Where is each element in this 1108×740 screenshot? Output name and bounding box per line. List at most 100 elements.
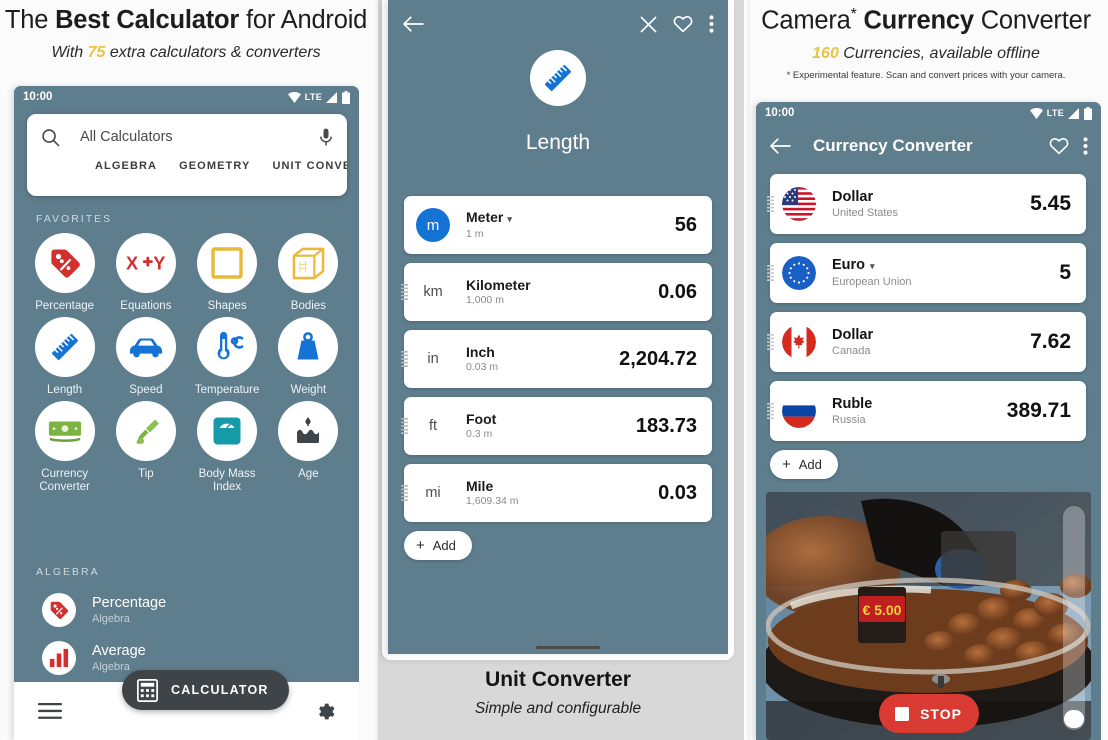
favorite-speed[interactable]: Speed [105, 317, 186, 397]
currency-list[interactable]: Dollar United States 5.45 Euro ▾ European… [767, 174, 1086, 479]
app-bar-length[interactable] [388, 0, 728, 48]
favorite-label: Length [47, 384, 83, 396]
drag-handle-icon[interactable] [401, 418, 408, 434]
cube-icon[interactable] [278, 233, 339, 293]
unit-value[interactable]: 2,204.72 [619, 348, 697, 371]
camera-zoom-thumb[interactable] [1064, 710, 1084, 728]
tab-geometry[interactable]: GEOMETRY [179, 160, 250, 172]
currency-row-canadian-dollar[interactable]: Dollar Canada 7.62 [767, 312, 1086, 372]
network-label: LTE [304, 92, 322, 102]
algebra-list[interactable]: Percentage Algebra Average Algebra [36, 586, 351, 682]
drag-handle-icon[interactable] [401, 351, 408, 367]
search-row[interactable]: All Calculators [27, 114, 347, 160]
drag-handle-icon[interactable] [767, 403, 774, 419]
stop-scan-button[interactable]: STOP [878, 694, 979, 733]
favorites-grid[interactable]: Percentage XY Equations Shapes Bodies Le… [24, 233, 349, 498]
back-arrow-icon[interactable] [769, 137, 791, 155]
right-subhead-number: 160 [812, 44, 839, 62]
favorite-equations[interactable]: XY Equations [105, 233, 186, 313]
weight-icon[interactable] [278, 317, 339, 377]
currency-row-ruble[interactable]: Ruble Russia 389.71 [767, 381, 1086, 441]
favorite-temperature[interactable]: Temperature [187, 317, 268, 397]
gear-icon[interactable] [314, 701, 335, 722]
bathroom-scale-icon[interactable] [197, 401, 258, 461]
square-outline-icon[interactable] [197, 233, 258, 293]
favorite-shapes[interactable]: Shapes [187, 233, 268, 313]
camera-viewfinder[interactable]: € 5.00 STOP [766, 492, 1091, 740]
plus-icon: + [782, 456, 791, 473]
currency-value[interactable]: 389.71 [1007, 399, 1071, 423]
favorite-label: Tip [138, 468, 154, 480]
favorite-percentage[interactable]: Percentage [24, 233, 105, 313]
list-item-percentage[interactable]: Percentage Algebra [36, 586, 351, 634]
drag-handle-icon[interactable] [767, 334, 774, 350]
unit-value[interactable]: 183.73 [636, 415, 697, 438]
tip-hand-icon[interactable] [115, 401, 176, 461]
favorite-currency-converter[interactable]: Currency Converter [24, 401, 105, 494]
close-icon[interactable] [640, 16, 657, 33]
right-subhead-text: Currencies, available offline [838, 44, 1040, 62]
unit-row-inch[interactable]: in Inch 0.03 m 2,204.72 [401, 330, 712, 388]
right-footnote: * Experimental feature. Scan and convert… [786, 69, 1066, 81]
xy-equation-icon[interactable]: XY [115, 233, 176, 293]
car-icon[interactable] [115, 317, 176, 377]
page-title-currency-converter: Currency Converter [813, 136, 973, 155]
heart-icon[interactable] [1049, 137, 1069, 155]
unit-subtitle: 1,609.34 m [466, 495, 519, 507]
chevron-down-icon[interactable]: ▾ [507, 214, 512, 224]
unit-list[interactable]: m Meter ▾ 1 m 56 km Kilometer 1,000 m 0.0… [401, 196, 712, 560]
drag-handle-icon[interactable] [767, 265, 774, 281]
panel-best-calculator: The Best Calculator for Android With 75 … [0, 0, 372, 740]
unit-row-foot[interactable]: ft Foot 0.3 m 183.73 [401, 397, 712, 455]
drag-handle-icon[interactable] [767, 196, 774, 212]
banknote-icon[interactable] [34, 401, 95, 461]
wifi-icon [287, 91, 301, 103]
currency-value[interactable]: 5 [1059, 261, 1071, 285]
camera-zoom-slider[interactable] [1063, 506, 1085, 730]
add-currency-button[interactable]: + Add [770, 450, 838, 479]
search-card[interactable]: All Calculators ALGEBRA GEOMETRY UNIT CO… [27, 114, 347, 196]
overflow-menu-icon[interactable] [709, 15, 714, 33]
currency-value[interactable]: 5.45 [1030, 192, 1071, 216]
favorite-length[interactable]: Length [24, 317, 105, 397]
microphone-icon[interactable] [319, 128, 333, 147]
list-item-title: Average [92, 642, 146, 659]
app-bar-currency[interactable]: Currency Converter [756, 124, 1101, 168]
tab-algebra[interactable]: ALGEBRA [95, 160, 157, 172]
currency-value[interactable]: 7.62 [1030, 330, 1071, 354]
unit-row-mile[interactable]: mi Mile 1,609.34 m 0.03 [401, 464, 712, 522]
currency-row-euro[interactable]: Euro ▾ European Union 5 [767, 243, 1086, 303]
search-icon[interactable] [41, 128, 60, 147]
unit-row-kilometer[interactable]: km Kilometer 1,000 m 0.06 [401, 263, 712, 321]
heart-icon[interactable] [673, 15, 693, 33]
favorite-bodies[interactable]: Bodies [268, 233, 349, 313]
unit-row-meter[interactable]: m Meter ▾ 1 m 56 [404, 196, 712, 254]
unit-value[interactable]: 56 [675, 214, 697, 237]
calculator-fab[interactable]: CALCULATOR [122, 670, 289, 710]
back-arrow-icon[interactable] [402, 15, 424, 33]
tab-unit-converter[interactable]: UNIT CONVERT [272, 160, 347, 172]
favorite-tip[interactable]: Tip [105, 401, 186, 494]
favorite-age[interactable]: Age [268, 401, 349, 494]
category-tabs[interactable]: ALGEBRA GEOMETRY UNIT CONVERT [27, 160, 347, 172]
unit-abbr: ft [428, 418, 438, 434]
chevron-down-icon[interactable]: ▾ [870, 261, 875, 271]
unit-value[interactable]: 0.03 [658, 482, 697, 505]
overflow-menu-icon[interactable] [1083, 137, 1088, 155]
add-unit-button[interactable]: + Add [404, 531, 472, 560]
currency-row-us-dollar[interactable]: Dollar United States 5.45 [767, 174, 1086, 234]
unit-value[interactable]: 0.06 [658, 281, 697, 304]
favorite-body-mass-index[interactable]: Body Mass Index [187, 401, 268, 494]
search-input[interactable]: All Calculators [80, 129, 173, 145]
ruler-icon[interactable] [34, 317, 95, 377]
favorite-weight[interactable]: Weight [268, 317, 349, 397]
hamburger-menu-icon[interactable] [38, 703, 62, 719]
battery-icon [1084, 106, 1092, 120]
unit-abbr: in [427, 351, 439, 367]
birthday-cake-icon[interactable] [278, 401, 339, 461]
drag-handle-icon[interactable] [401, 284, 408, 300]
thermometer-icon[interactable] [197, 317, 258, 377]
drag-handle-icon[interactable] [401, 485, 408, 501]
panel-currency-converter: Camera* Currency Converter 160 Currencie… [744, 0, 1108, 740]
price-tag-icon[interactable] [34, 233, 95, 293]
